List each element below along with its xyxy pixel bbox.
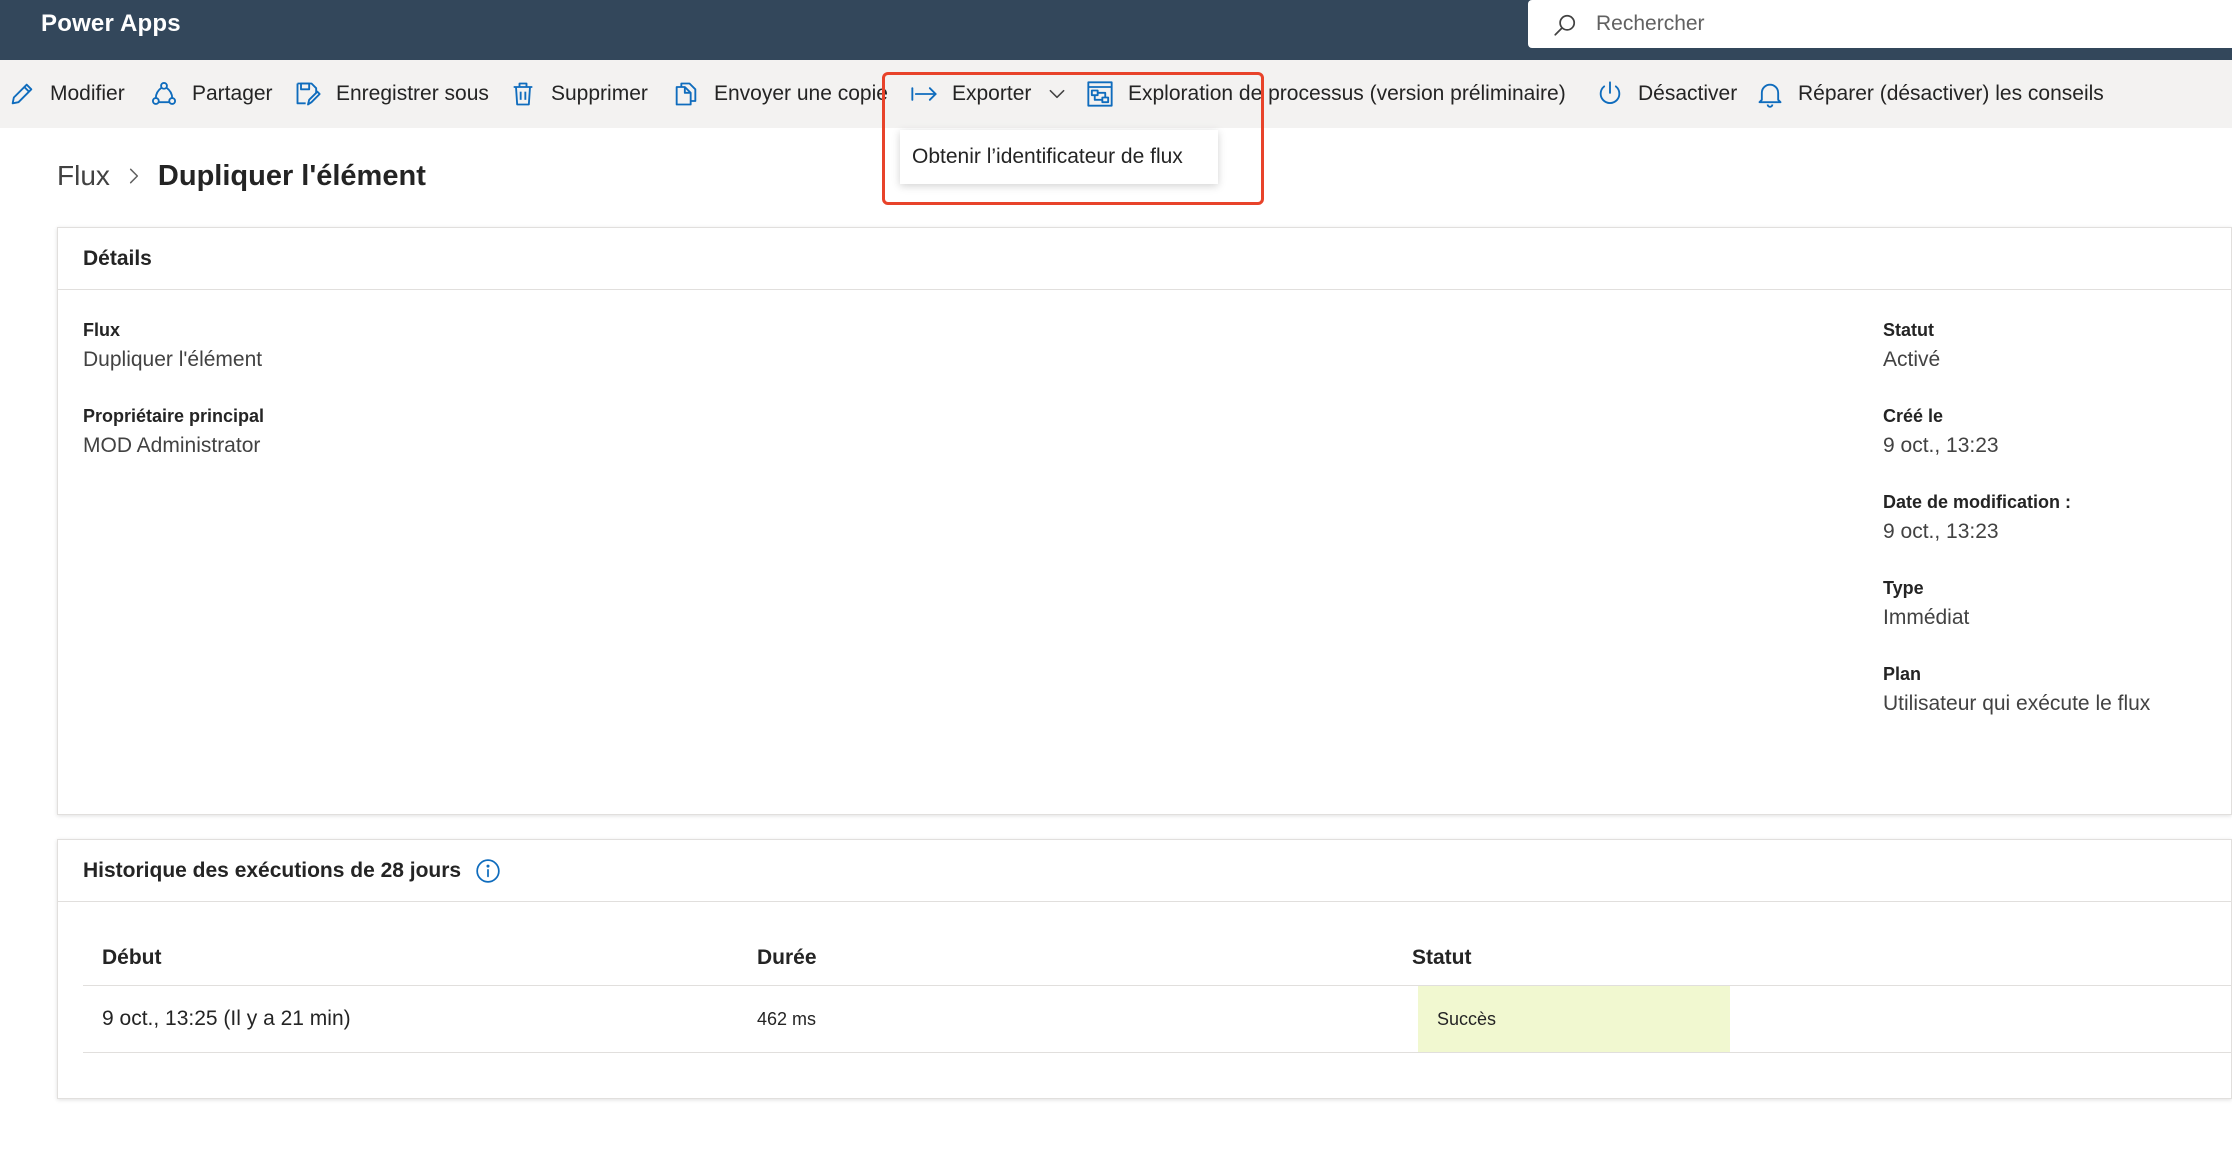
- field-created: Créé le 9 oct., 13:23: [1883, 406, 1999, 457]
- field-owner: Propriétaire principal MOD Administrator: [83, 406, 265, 457]
- breadcrumb-flux-link[interactable]: Flux: [57, 160, 110, 192]
- save-as-button[interactable]: Enregistrer sous: [294, 60, 489, 128]
- details-header: Détails: [58, 228, 2231, 290]
- copy-icon: [675, 82, 697, 106]
- process-mining-button[interactable]: Exploration de processus (version prélim…: [1086, 60, 1566, 128]
- process-mining-icon: [1087, 81, 1113, 107]
- export-arrow-icon: [911, 87, 937, 101]
- delete-button[interactable]: Supprimer: [509, 60, 648, 128]
- table-row[interactable]: 9 oct., 13:25 (Il y a 21 min) 462 ms Suc…: [83, 986, 2232, 1053]
- info-icon[interactable]: [475, 858, 501, 884]
- run-history-card: Historique des exécutions de 28 jours Dé…: [57, 839, 2232, 1099]
- field-modified: Date de modification : 9 oct., 13:23: [1883, 492, 2072, 543]
- export-menu-item-get-flow-id[interactable]: Obtenir l’identificateur de flux: [900, 130, 1218, 184]
- status-badge: Succès: [1418, 986, 1730, 1052]
- field-flow: Flux Dupliquer l'élément: [83, 320, 263, 371]
- share-icon: [151, 81, 177, 105]
- field-status: Statut Activé: [1883, 320, 1941, 371]
- cell-duration: 462 ms: [757, 1008, 817, 1029]
- details-card: Détails Flux Dupliquer l'élément Proprié…: [57, 227, 2232, 815]
- breadcrumb: Flux Dupliquer l'élément: [57, 156, 426, 196]
- modify-button[interactable]: Modifier: [8, 60, 125, 128]
- trash-icon: [513, 82, 533, 106]
- table-header-row: Début Durée Statut: [83, 930, 2232, 986]
- repair-tips-button[interactable]: Réparer (désactiver) les conseils: [1756, 60, 2104, 128]
- column-header-start[interactable]: Début: [102, 930, 162, 986]
- power-icon: [1599, 81, 1621, 104]
- page-title: Dupliquer l'élément: [157, 159, 426, 192]
- column-header-duration[interactable]: Durée: [757, 930, 817, 986]
- cell-start[interactable]: 9 oct., 13:25 (Il y a 21 min): [102, 986, 351, 1052]
- run-history-table: Début Durée Statut 9 oct., 13:25 (Il y a…: [83, 930, 2232, 1053]
- send-copy-button[interactable]: Envoyer une copie: [672, 60, 888, 128]
- deactivate-button[interactable]: Désactiver: [1596, 60, 1737, 128]
- field-plan: Plan Utilisateur qui exécute le flux: [1883, 664, 2151, 715]
- export-button[interactable]: Exporter: [910, 60, 1067, 128]
- app-title[interactable]: Power Apps: [41, 10, 181, 38]
- run-history-header: Historique des exécutions de 28 jours: [58, 840, 2231, 902]
- share-button[interactable]: Partager: [150, 60, 273, 128]
- command-bar: Modifier Partager Enregistrer sous Suppr…: [0, 60, 2232, 128]
- search-box[interactable]: [1528, 0, 2232, 48]
- pencil-icon: [11, 83, 33, 105]
- bell-icon: [1758, 83, 1782, 108]
- search-input[interactable]: [1596, 0, 2196, 48]
- chevron-right-icon: [129, 168, 138, 184]
- column-header-status[interactable]: Statut: [1412, 930, 1472, 986]
- save-as-icon: [296, 82, 321, 106]
- field-type: Type Immédiat: [1883, 578, 1970, 629]
- top-bar: Power Apps: [0, 0, 2232, 60]
- chevron-down-icon: [1049, 89, 1065, 99]
- search-icon: [1554, 14, 1576, 36]
